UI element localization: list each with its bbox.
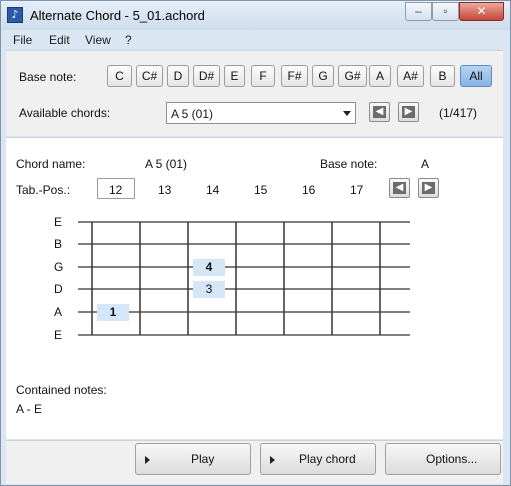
string-label-g: G (54, 260, 64, 274)
options-button-label: Options... (426, 452, 478, 466)
finger-marker-g: 4 (193, 259, 225, 276)
string-label-a: A (54, 305, 63, 319)
string-label-b: B (54, 237, 63, 251)
finger-marker-d: 3 (193, 281, 225, 298)
fretboard (78, 221, 410, 336)
string-label-d: D (54, 282, 63, 296)
string-label-high-e: E (54, 215, 63, 229)
finger-marker-a: 1 (97, 304, 129, 321)
play-chord-button-label: Play chord (299, 452, 356, 466)
options-button[interactable]: Options... (385, 443, 501, 475)
contained-notes-value: A - E (16, 402, 43, 416)
play-icon (270, 456, 275, 464)
play-button-label: Play (191, 452, 215, 466)
play-icon (145, 456, 150, 464)
play-chord-button[interactable]: Play chord (260, 443, 376, 475)
play-button[interactable]: Play (135, 443, 251, 475)
contained-notes-label: Contained notes: (16, 383, 107, 397)
string-label-low-e: E (54, 328, 63, 342)
